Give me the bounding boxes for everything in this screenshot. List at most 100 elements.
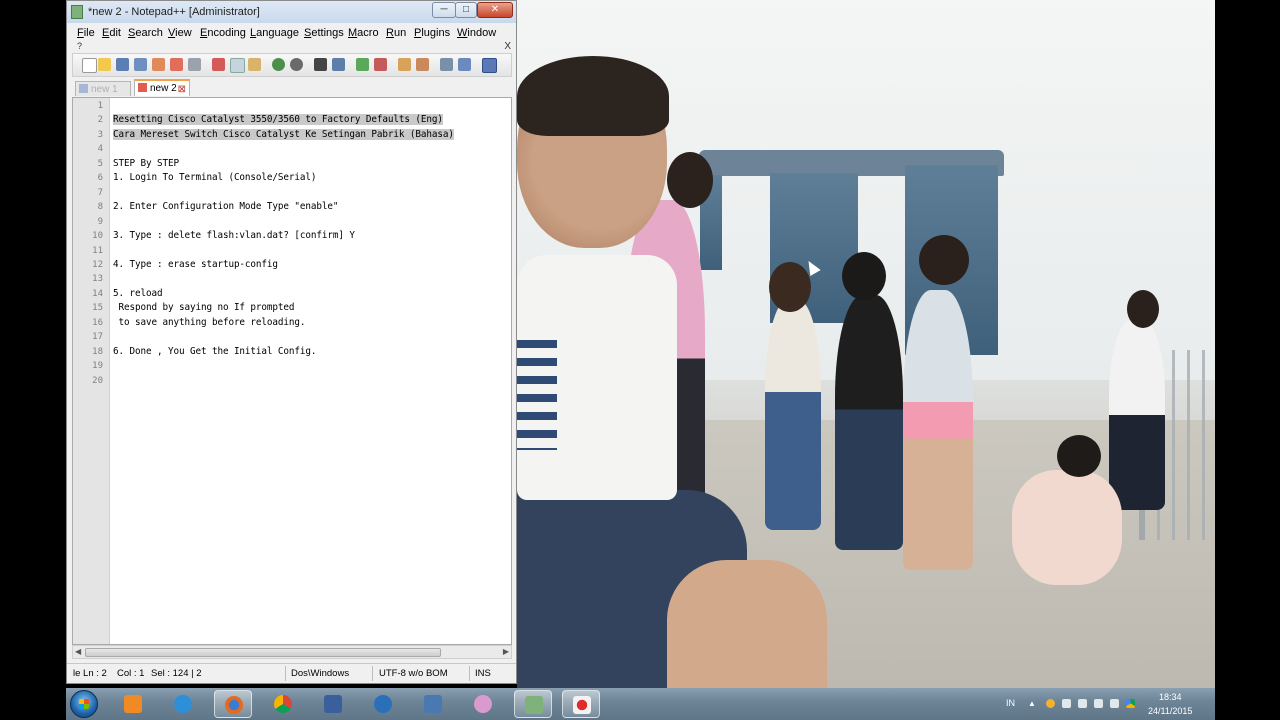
undo-icon[interactable] [272, 58, 285, 71]
title-bar[interactable]: *new 2 - Notepad++ [Administrator] ─ □ ✕ [67, 1, 516, 23]
tab-new-1[interactable]: new 1 [75, 81, 131, 96]
taskbar-notepadpp[interactable] [514, 690, 552, 718]
menu-file[interactable]: File [77, 27, 95, 39]
code-line[interactable]: Cara Mereset Switch Cisco Catalyst Ke Se… [113, 128, 454, 140]
indent-guide-icon[interactable] [482, 58, 497, 73]
messenger-icon [374, 695, 392, 713]
taskbar-messenger[interactable] [364, 690, 402, 718]
taskbar-network-tool[interactable] [314, 690, 352, 718]
find-icon[interactable] [314, 58, 327, 71]
code-line[interactable]: 2. Enter Configuration Mode Type "enable… [113, 201, 338, 212]
scrollbar-thumb[interactable] [85, 648, 441, 657]
sync-vertical-icon[interactable] [398, 58, 411, 71]
print-icon[interactable] [188, 58, 201, 71]
line-number: 10 [92, 231, 103, 242]
menu-settings[interactable]: Settings [304, 27, 344, 39]
menu-language[interactable]: Language [250, 27, 299, 39]
taskbar-internet-explorer[interactable] [164, 690, 202, 718]
line-number: 5 [97, 158, 103, 169]
line-number: 11 [92, 245, 103, 256]
replace-icon[interactable] [332, 58, 345, 71]
close-document-button[interactable]: X [504, 41, 511, 52]
close-icon[interactable] [152, 58, 165, 71]
code-line[interactable]: Respond by saying no If prompted [113, 302, 294, 313]
code-line[interactable]: 5. reload [113, 288, 163, 299]
sync-horizontal-icon[interactable] [416, 58, 429, 71]
start-button[interactable] [70, 690, 98, 718]
code-line[interactable]: to save anything before reloading. [113, 317, 305, 328]
menu-run[interactable]: Run [386, 27, 406, 39]
unsaved-document-icon [138, 83, 147, 92]
person-head [769, 262, 811, 312]
copy-icon[interactable] [230, 58, 245, 73]
boy-leg [667, 560, 827, 688]
horizontal-scrollbar[interactable]: ◀ ▶ [72, 645, 512, 659]
save-all-icon[interactable] [134, 58, 147, 71]
taskbar-firefox[interactable] [214, 690, 252, 718]
zoom-in-icon[interactable] [356, 58, 369, 71]
show-all-chars-icon[interactable] [458, 58, 471, 71]
menu-help[interactable]: ? [77, 41, 82, 51]
notepadpp-app-icon[interactable] [71, 5, 83, 19]
person-white-top [765, 300, 821, 530]
network-icon[interactable] [1094, 699, 1103, 708]
menu-window[interactable]: Window [457, 27, 496, 39]
notepadpp-window[interactable]: *new 2 - Notepad++ [Administrator] ─ □ ✕… [66, 0, 517, 684]
window-title: *new 2 - Notepad++ [Administrator] [88, 6, 260, 18]
menu-bar: File Edit Search View Encoding Language … [67, 23, 516, 52]
code-line[interactable]: STEP By STEP [113, 158, 179, 169]
menu-view[interactable]: View [168, 27, 192, 39]
tab-close-icon[interactable]: ⊠ [178, 82, 186, 97]
redo-icon[interactable] [290, 58, 303, 71]
tab-new-2[interactable]: new 2 ⊠ [134, 79, 190, 96]
action-center-flag-icon[interactable] [1110, 699, 1119, 708]
taskbar-chrome[interactable] [264, 690, 302, 718]
minimize-button[interactable]: ─ [432, 2, 456, 18]
code-line[interactable]: 1. Login To Terminal (Console/Serial) [113, 172, 317, 183]
code-line[interactable]: 4. Type : erase startup-config [113, 259, 278, 270]
cut-icon[interactable] [212, 58, 225, 71]
menu-edit[interactable]: Edit [102, 27, 121, 39]
menu-macro[interactable]: Macro [348, 27, 379, 39]
menu-plugins[interactable]: Plugins [414, 27, 450, 39]
person-head [1127, 290, 1159, 328]
close-button[interactable]: ✕ [477, 2, 513, 18]
zoom-out-icon[interactable] [374, 58, 387, 71]
maximize-button[interactable]: □ [455, 2, 477, 18]
scroll-right-icon[interactable]: ▶ [503, 647, 509, 656]
taskbar-media-player[interactable] [114, 690, 152, 718]
editor-area[interactable]: 1 2 3 4 5 6 7 8 9 10 11 12 13 14 15 16 17 18 19 20 Resettin… [72, 97, 512, 645]
code-line[interactable]: 6. Done , You Get the Initial Config. [113, 346, 317, 357]
save-icon[interactable] [116, 58, 129, 71]
status-selection: Sel : 124 | 2 [151, 668, 202, 679]
utility-icon [424, 695, 442, 713]
word-wrap-icon[interactable] [440, 58, 453, 71]
open-file-icon[interactable] [98, 58, 111, 71]
status-column: Col : 1 [117, 668, 145, 679]
close-all-icon[interactable] [170, 58, 183, 71]
new-file-icon[interactable] [82, 58, 97, 73]
menu-search[interactable]: Search [128, 27, 163, 39]
clock-time[interactable]: 18:34 [1159, 692, 1182, 702]
media-player-icon [124, 695, 142, 713]
power-icon[interactable] [1078, 699, 1087, 708]
language-indicator[interactable]: IN [1006, 698, 1015, 708]
scroll-left-icon[interactable]: ◀ [75, 647, 81, 656]
antivirus-icon[interactable] [1046, 699, 1055, 708]
taskbar-utility[interactable] [414, 690, 452, 718]
code-line[interactable]: Resetting Cisco Catalyst 3550/3560 to Fa… [113, 114, 443, 126]
show-hidden-icons-icon[interactable]: ▲ [1028, 699, 1037, 708]
menu-encoding[interactable]: Encoding [200, 27, 246, 39]
person-head [667, 152, 713, 208]
paste-icon[interactable] [248, 58, 261, 71]
network-tool-icon [324, 695, 342, 713]
code-line[interactable]: 3. Type : delete flash:vlan.dat? [confir… [113, 230, 355, 241]
status-line: le Ln : 2 [73, 668, 107, 679]
google-drive-icon[interactable] [1126, 699, 1135, 708]
taskbar-screen-recorder[interactable] [562, 690, 600, 718]
line-number: 2 [97, 115, 103, 126]
line-number: 14 [92, 288, 103, 299]
taskbar-paint[interactable] [464, 690, 502, 718]
volume-icon[interactable] [1062, 699, 1071, 708]
clock-date[interactable]: 24/11/2015 [1148, 706, 1192, 716]
